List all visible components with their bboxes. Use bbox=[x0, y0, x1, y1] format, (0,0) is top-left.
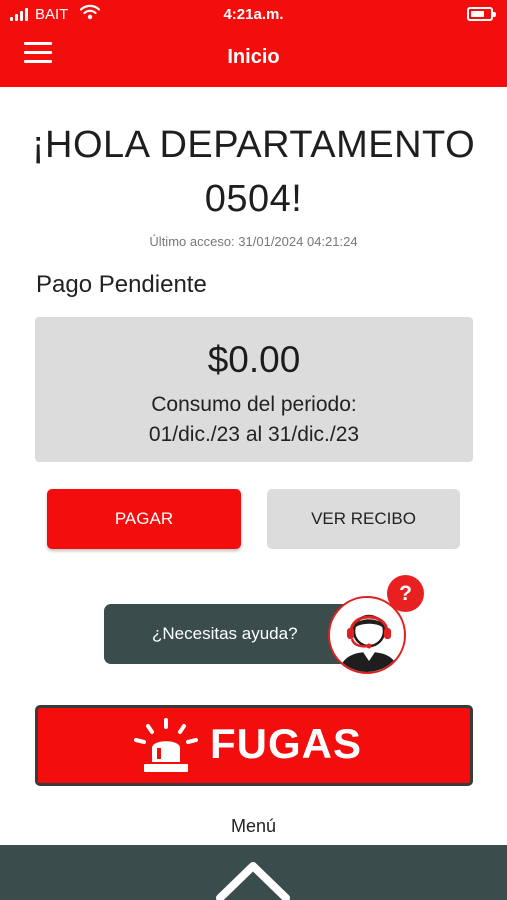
pending-payment-label: Pago Pendiente bbox=[36, 271, 207, 298]
battery-icon bbox=[467, 7, 496, 21]
app-header: BAIT 4:21a.m. Inicio bbox=[0, 0, 507, 87]
amount-due: $0.00 bbox=[207, 339, 301, 380]
view-receipt-button[interactable]: VER RECIBO bbox=[267, 489, 460, 549]
alarm-siren-icon bbox=[134, 718, 198, 772]
help-label: ¿Necesitas ayuda? bbox=[152, 624, 298, 643]
pay-button[interactable]: PAGAR bbox=[47, 489, 241, 549]
greeting-line-2: 0504! bbox=[204, 178, 303, 220]
billing-period-range: 01/dic./23 al 31/dic./23 bbox=[148, 423, 360, 446]
greeting-heading: ¡HOLA DEPARTAMENTO 0504! bbox=[0, 118, 507, 226]
billing-period-label: Consumo del periodo: bbox=[151, 393, 357, 416]
status-time: 4:21a.m. bbox=[223, 6, 284, 23]
leaks-label: FUGAS bbox=[210, 720, 362, 767]
help-button[interactable]: ¿Necesitas ayuda? bbox=[104, 604, 354, 664]
greeting-line-1: ¡HOLA DEPARTAMENTO bbox=[31, 124, 476, 166]
status-bar: BAIT 4:21a.m. bbox=[0, 0, 507, 30]
last-access-text: Último acceso: 31/01/2024 04:21:24 bbox=[149, 234, 358, 249]
chevron-up-icon[interactable] bbox=[214, 858, 292, 900]
page-title: Inicio bbox=[227, 46, 280, 68]
payment-summary-card: $0.00 Consumo del periodo: 01/dic./23 al… bbox=[35, 317, 473, 462]
leaks-button[interactable]: FUGAS bbox=[35, 705, 473, 786]
help-badge: ? bbox=[387, 575, 424, 612]
menu-label[interactable]: Menú bbox=[0, 816, 507, 837]
